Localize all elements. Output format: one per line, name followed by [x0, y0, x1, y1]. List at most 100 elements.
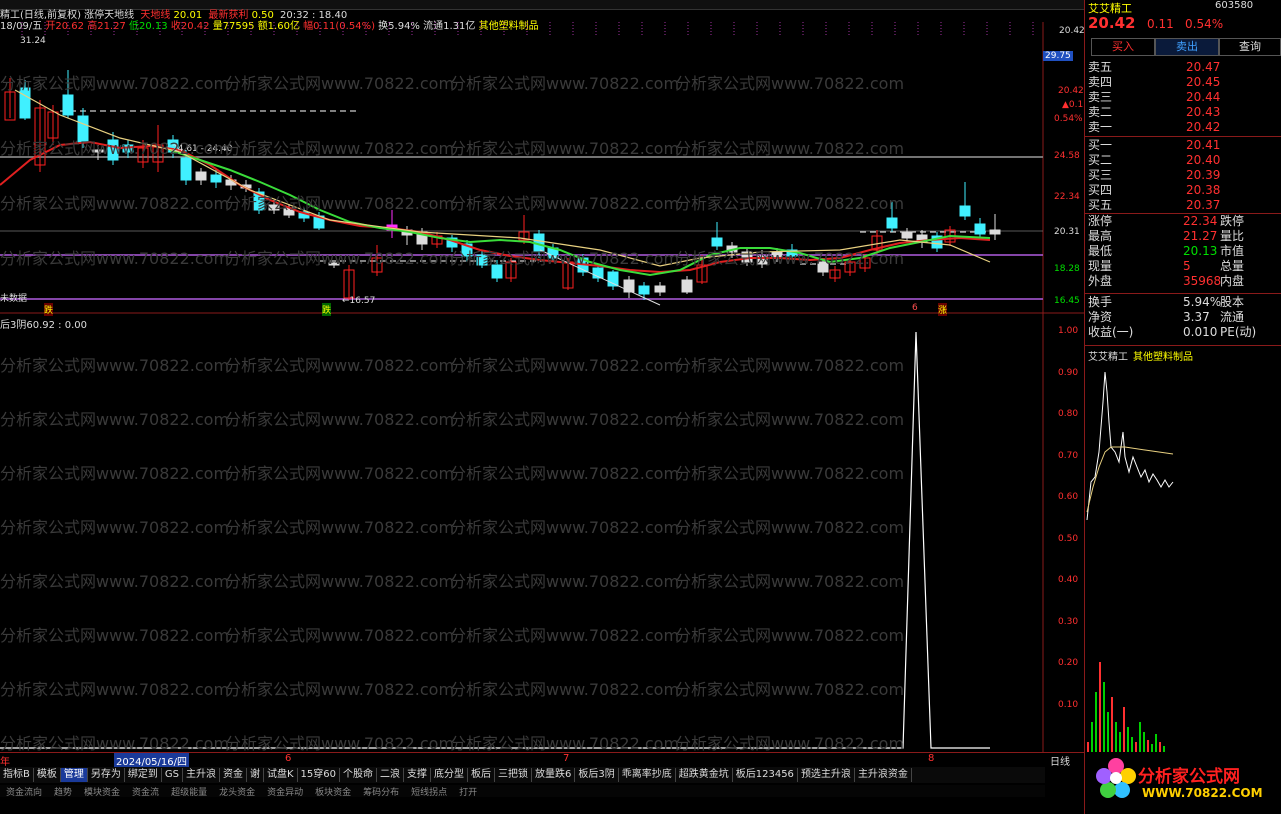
stat-value: 20.13	[1183, 244, 1218, 258]
logo-title: 分析家公式网	[1138, 767, 1240, 787]
y-label-3: 20.31	[1054, 227, 1080, 237]
secondary-tab[interactable]: 筹码分布	[357, 788, 405, 797]
mini-volume-bars	[1087, 662, 1165, 752]
mini-volume-bar	[1135, 742, 1137, 752]
date-label-6: 6	[285, 753, 292, 764]
formula-tab[interactable]: 资金	[220, 768, 247, 782]
vertical-grid	[21, 22, 1034, 36]
formula-tab[interactable]: 预选主升浪	[798, 768, 855, 782]
stat-value: 35968	[1183, 274, 1222, 288]
candle-body	[681, 279, 693, 293]
secondary-tab[interactable]: 资金流	[126, 788, 165, 797]
stat-value: 0.010	[1183, 325, 1218, 339]
orderbook-label: 卖二	[1088, 105, 1113, 119]
formula-tab[interactable]: 管理	[60, 768, 88, 782]
stat-label: 最高	[1088, 229, 1113, 243]
orderbook-label: 买二	[1088, 153, 1113, 167]
chart-area[interactable]: 精工(日线,前复权) 涨停天地线 天地线 20.01 最新获利 0.50 20:…	[0, 0, 1089, 797]
mini-volume-bar	[1115, 722, 1117, 752]
orderbook-price: 20.45	[1186, 75, 1221, 89]
indicator-y-label: 0.10	[1058, 700, 1079, 710]
mini-volume-bar	[1155, 734, 1157, 752]
formula-tab[interactable]: 三把锁	[495, 768, 532, 782]
orderbook-price: 20.44	[1186, 90, 1221, 104]
secondary-tab[interactable]: 板块资金	[309, 788, 357, 797]
stat-right-label: 量比	[1220, 229, 1245, 243]
marker-zhang: 涨	[938, 303, 948, 316]
indicator-y-label: 0.40	[1058, 575, 1079, 585]
secondary-tab[interactable]: 趋势	[48, 788, 78, 797]
formula-tab-bar: 指标B 模板 管理 另存为 绑定到 GS 主升浪 资金谢试盘K 15穿60 个股命 二浪 支撑 底分型板…	[0, 767, 1045, 783]
formula-tab[interactable]: GS	[162, 768, 183, 782]
formula-tab[interactable]: 乖离率抄底	[619, 768, 676, 782]
mini-volume-bar	[1103, 682, 1105, 752]
formula-tab[interactable]: 板后	[468, 768, 495, 782]
stat-right-label: 跌停	[1220, 214, 1245, 228]
formula-tab[interactable]: 个股命	[340, 768, 377, 782]
stat-right-label: 总量	[1220, 259, 1245, 273]
formula-tab[interactable]: 试盘K	[264, 768, 298, 782]
flower-logo-icon	[1096, 758, 1136, 798]
formula-tab[interactable]: 另存为	[88, 768, 125, 782]
candle-body	[711, 237, 723, 247]
orderbook-label: 买三	[1088, 168, 1113, 182]
orderbook-divider	[1085, 136, 1281, 137]
low-price-label: ←16.57	[342, 296, 376, 306]
secondary-tab[interactable]: 打开	[453, 788, 483, 797]
mini-volume-bar	[1107, 712, 1109, 752]
formula-tab[interactable]: 绑定到	[125, 768, 162, 782]
mini-volume-bar	[1139, 722, 1141, 752]
y-label-5: 16.45	[1054, 296, 1080, 306]
site-logo: 分析家公式网 WWW.70822.COM	[1090, 752, 1280, 807]
formula-tab[interactable]: 支撑	[404, 768, 431, 782]
secondary-tab[interactable]: 模块资金	[78, 788, 126, 797]
stat-label: 外盘	[1088, 274, 1113, 288]
mini-volume-bar	[1119, 732, 1121, 752]
indicator-spike-line	[0, 331, 990, 749]
stat-right-label: 市值	[1220, 244, 1245, 258]
candle-body	[92, 149, 104, 153]
stat-right-label: 内盘	[1220, 274, 1245, 288]
formula-tab[interactable]: 15穿60	[298, 768, 340, 782]
secondary-tab-bar: 资金流向 趋势 模块资金 资金流 超级能量 龙头资金 资金异动 板块资金 筹码分布 短线拐点 打开	[0, 785, 1045, 797]
secondary-tab[interactable]: 短线拐点	[405, 788, 453, 797]
mini-volume-bar	[1143, 732, 1145, 752]
candle-body	[974, 223, 986, 235]
indicator-y-label: 0.50	[1058, 534, 1079, 544]
orderbook-price: 20.38	[1186, 183, 1221, 197]
indicator-y-label: 0.80	[1058, 409, 1079, 419]
stat-right-label: PE(动)	[1220, 325, 1257, 339]
period-label[interactable]: 日线	[1050, 753, 1070, 768]
formula-tab[interactable]: 二浪	[377, 768, 404, 782]
formula-tab[interactable]: 底分型	[431, 768, 468, 782]
range-label: 24.61 - 24.40	[172, 144, 233, 154]
query-button[interactable]: 查询	[1219, 38, 1281, 56]
formula-tab[interactable]: 放量跌6	[532, 768, 576, 782]
formula-tab[interactable]: 板后3阴	[575, 768, 619, 782]
y-label-0: 20.42	[1059, 26, 1085, 36]
date-label-0: 年	[0, 757, 10, 768]
orderbook-price: 20.39	[1186, 168, 1221, 182]
sell-button[interactable]: 卖出	[1155, 38, 1219, 56]
formula-tab[interactable]: 主升浪资金	[855, 768, 912, 782]
y-label-1: 24.58	[1054, 151, 1080, 161]
formula-tab[interactable]: 主升浪	[183, 768, 220, 782]
secondary-tab[interactable]: 超级能量	[165, 788, 213, 797]
quote-stock-code: 603580	[1215, 0, 1254, 11]
marker-die-2: 跌	[322, 303, 332, 316]
mini-volume-bar	[1147, 740, 1149, 752]
secondary-tab[interactable]: 龙头资金	[213, 788, 261, 797]
formula-tab[interactable]: 板后123456	[733, 768, 798, 782]
formula-tab[interactable]: 指标B	[0, 768, 34, 782]
left-status-label: 未数据	[0, 294, 28, 304]
candle-body	[817, 261, 829, 273]
indicator-y-label: 0.20	[1058, 658, 1079, 668]
formula-tab[interactable]: 超跌黄金坑	[676, 768, 733, 782]
secondary-tab[interactable]: 资金流向	[0, 788, 48, 797]
intraday-mini-chart	[1086, 371, 1174, 752]
formula-tab[interactable]: 谢	[247, 768, 264, 782]
secondary-tab[interactable]: 资金异动	[261, 788, 309, 797]
price-chart-svg[interactable]	[0, 0, 1084, 770]
formula-tab[interactable]: 模板	[34, 768, 61, 782]
buy-button[interactable]: 买入	[1091, 38, 1155, 56]
